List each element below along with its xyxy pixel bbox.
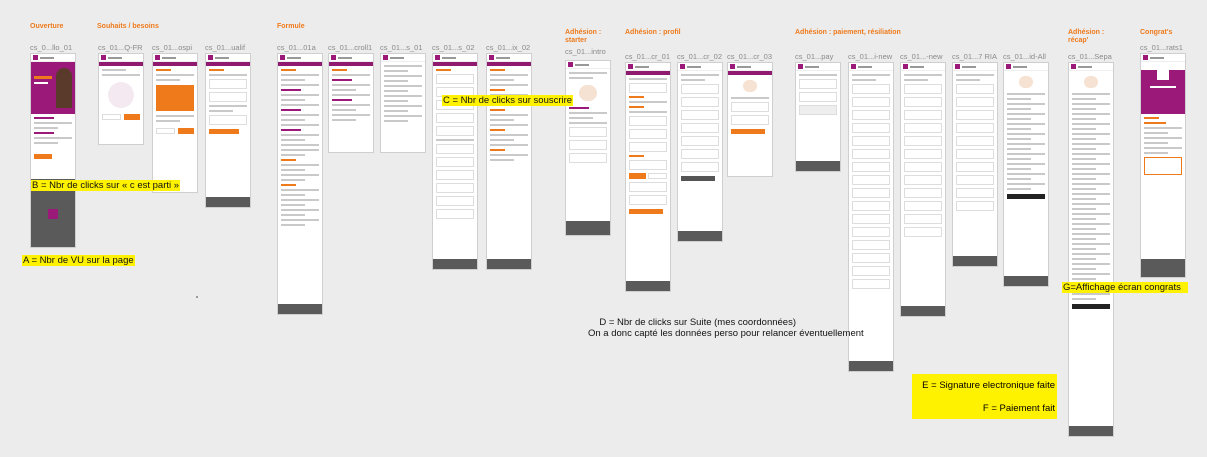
annotation-ef-box: E = Signature electronique faite F = Pai… bbox=[912, 374, 1057, 419]
annotation-d: D = Nbr de clicks sur Suite (mes coordon… bbox=[588, 317, 864, 339]
screen-thumbnail[interactable] bbox=[625, 62, 671, 292]
screen-thumbnail[interactable] bbox=[565, 60, 611, 236]
screen-thumbnail[interactable] bbox=[98, 53, 144, 145]
screen-thumbnail[interactable] bbox=[952, 62, 998, 267]
screen-label: cs_01...ospi bbox=[152, 43, 193, 52]
section-adhesion-recap: Adhésion : récap' bbox=[1068, 29, 1105, 44]
screen-label: cs_01...pay bbox=[795, 52, 834, 61]
annotation-a: A = Nbr de VU sur la page bbox=[22, 255, 135, 266]
screen-label: cs_01...ualif bbox=[205, 43, 246, 52]
screen-label: cs_01...s_01 bbox=[380, 43, 423, 52]
annotation-e: E = Signature electronique faite bbox=[922, 380, 1055, 391]
annotation-d-line2: On a donc capté les données perso pour r… bbox=[588, 328, 864, 339]
screen-thumbnail[interactable] bbox=[152, 53, 198, 193]
screen-label: cs_01...s_02 bbox=[432, 43, 475, 52]
screen-thumbnail[interactable] bbox=[486, 53, 532, 270]
screen-label: cs_01...Sepa bbox=[1068, 52, 1112, 61]
screen-thumbnail[interactable] bbox=[205, 53, 251, 208]
screen-thumbnail[interactable] bbox=[277, 53, 323, 315]
stray-dot bbox=[196, 296, 198, 298]
annotation-d-line1: D = Nbr de clicks sur Suite (mes coordon… bbox=[599, 317, 796, 328]
screen-label: cs_01...cr_01 bbox=[625, 52, 671, 61]
screen-label: cs_01...croll1 bbox=[328, 43, 373, 52]
annotation-f: F = Paiement fait bbox=[982, 403, 1055, 414]
screen-thumbnail[interactable] bbox=[900, 62, 946, 317]
screen-thumbnail[interactable] bbox=[1068, 62, 1114, 437]
annotation-c: C = Nbr de clicks sur souscrire bbox=[442, 95, 574, 106]
annotation-g: G=Affichage écran congrats bbox=[1062, 282, 1188, 293]
screen-label: cs_01...cr_02 bbox=[677, 52, 723, 61]
screen-label: cs_01...intro bbox=[565, 47, 606, 56]
screen-thumbnail[interactable] bbox=[727, 62, 773, 177]
section-formule: Formule bbox=[277, 23, 305, 30]
screen-label: cs_01...cr_03 bbox=[727, 52, 773, 61]
screen-thumbnail[interactable] bbox=[1003, 62, 1049, 287]
screen-label: cs_01...i-new bbox=[848, 52, 893, 61]
screen-thumbnail[interactable] bbox=[1140, 53, 1186, 278]
annotation-b: B = Nbr de clicks sur « c est parti » bbox=[31, 180, 181, 191]
screen-thumbnail[interactable] bbox=[795, 62, 841, 172]
section-adhesion-paiement: Adhésion : paiement, résiliation bbox=[795, 29, 901, 36]
section-souhaits: Souhaits / besoins bbox=[97, 23, 159, 30]
screen-label: cs_01...ix_02 bbox=[486, 43, 531, 52]
section-congrats: Congrat's bbox=[1140, 29, 1173, 36]
section-adhesion-starter: Adhésion : starter bbox=[565, 29, 602, 44]
screen-thumbnail[interactable] bbox=[432, 53, 478, 270]
design-board: { "sections": { "ouverture": "Ouverture"… bbox=[0, 0, 1207, 457]
section-adhesion-profil: Adhésion : profil bbox=[625, 29, 681, 36]
screen-label: cs_01...7 RIA bbox=[952, 52, 998, 61]
screen-thumbnail[interactable] bbox=[380, 53, 426, 153]
screen-label: cs_01...-new bbox=[900, 52, 943, 61]
screen-thumbnail[interactable] bbox=[328, 53, 374, 153]
screen-label: cs_0...llo_01 bbox=[30, 43, 73, 52]
screen-label: cs_01...rats1 bbox=[1140, 43, 1183, 52]
screen-thumbnail[interactable] bbox=[848, 62, 894, 372]
section-ouverture: Ouverture bbox=[30, 23, 64, 30]
screen-label: cs_01...id-All bbox=[1003, 52, 1046, 61]
screen-label: cs_01...01a bbox=[277, 43, 316, 52]
screen-thumbnail[interactable] bbox=[677, 62, 723, 242]
screen-label: cs_01...Q-FR bbox=[98, 43, 143, 52]
screen-thumbnail[interactable] bbox=[30, 53, 76, 248]
